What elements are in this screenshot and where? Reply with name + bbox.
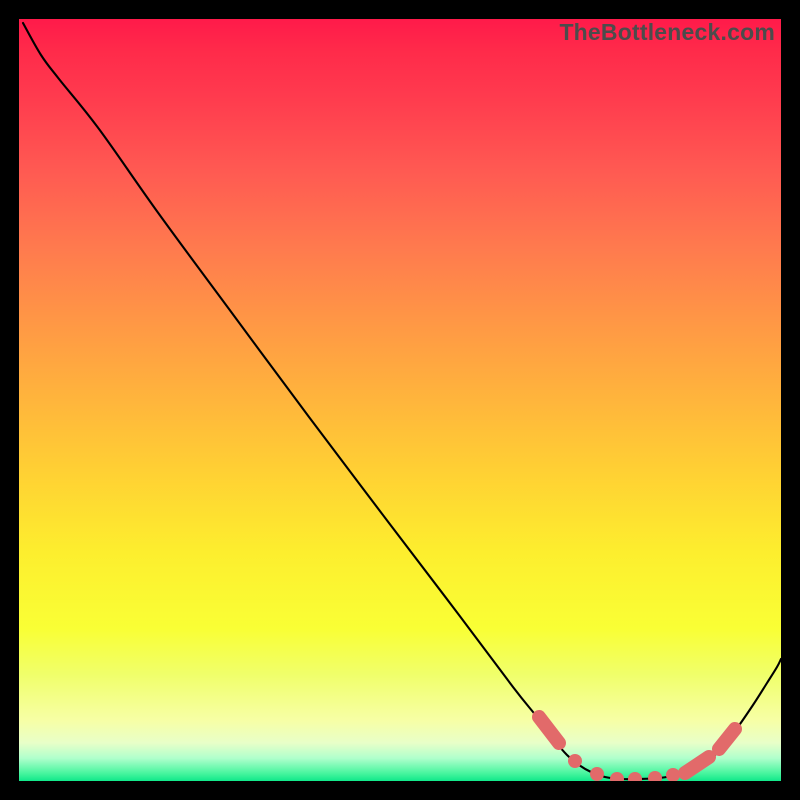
marker-dot <box>648 771 662 781</box>
chart-frame: TheBottleneck.com <box>0 0 800 800</box>
marker-dot <box>666 768 680 781</box>
marker-dot <box>568 754 582 768</box>
marker-segment <box>719 729 735 749</box>
marker-dot <box>628 772 642 781</box>
marker-dot <box>590 767 604 781</box>
marker-segment <box>685 757 709 773</box>
plot-area: TheBottleneck.com <box>19 19 781 781</box>
bottleneck-curve <box>23 23 781 779</box>
chart-svg <box>19 19 781 781</box>
marker-dot <box>610 772 624 781</box>
marker-segment <box>539 717 559 743</box>
